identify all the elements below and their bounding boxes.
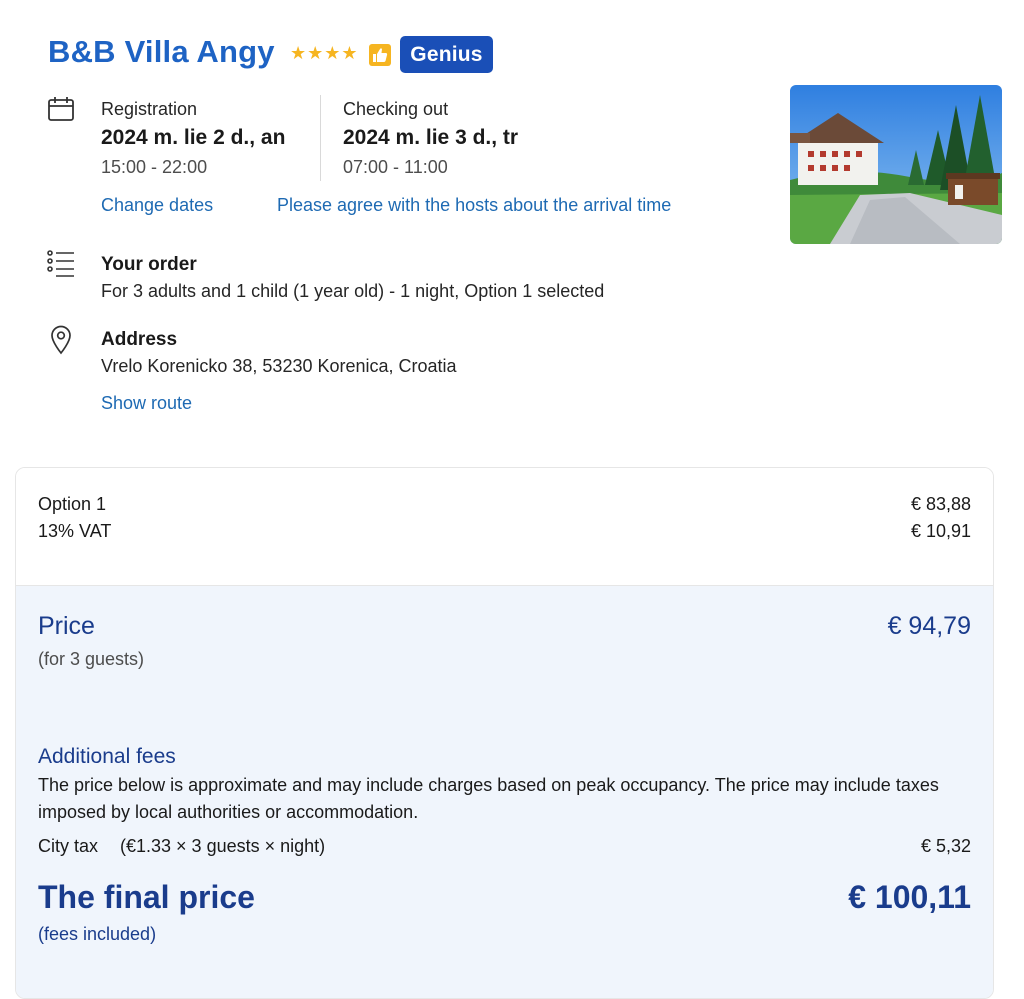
order-detail: For 3 adults and 1 child (1 year old) - … (101, 281, 605, 301)
vat-value: € 10,91 (910, 521, 971, 541)
price-label: Price (38, 612, 95, 640)
hotel-photo[interactable] (790, 85, 1002, 244)
change-dates-link[interactable]: Change dates (101, 195, 213, 216)
arrival-time-link[interactable]: Please agree with the hosts about the ar… (277, 195, 671, 216)
vat-label: 13% VAT (38, 521, 112, 541)
checkout-label: Checking out (343, 99, 449, 119)
price-value: € 94,79 (887, 612, 971, 640)
checkin-date: 2024 m. lie 2 d., an (101, 126, 286, 149)
location-pin-icon (50, 325, 72, 360)
list-icon (46, 249, 76, 284)
hotel-name[interactable]: B&B Villa Angy (48, 34, 275, 70)
show-route-link[interactable]: Show route (101, 393, 192, 414)
star-rating: ★★★★ (290, 43, 359, 63)
additional-fees-title: Additional fees (38, 745, 176, 768)
checkin-label: Registration (101, 99, 198, 119)
calendar-icon (47, 95, 75, 128)
option-value: € 83,88 (910, 494, 971, 514)
date-divider (320, 95, 321, 181)
price-guests-note: (for 3 guests) (38, 649, 145, 669)
checkin-time: 15:00 - 22:00 (101, 157, 208, 177)
additional-fees-text: The price below is approximate and may i… (38, 775, 939, 822)
city-tax-value: € 5,32 (920, 836, 971, 856)
final-price-label: The final price (38, 879, 255, 915)
final-price-note: (fees included) (38, 924, 157, 944)
order-title: Your order (101, 254, 197, 275)
checkout-time: 07:00 - 11:00 (343, 157, 448, 177)
city-tax-detail: (€1.33 × 3 guests × night) (120, 836, 326, 856)
city-tax-label: City tax (38, 836, 99, 856)
price-breakdown: Option 1 € 83,88 13% VAT € 10,91 (16, 468, 993, 586)
address-value: Vrelo Korenicko 38, 53230 Korenica, Croa… (101, 356, 457, 376)
checkout-date: 2024 m. lie 3 d., tr (343, 126, 519, 149)
price-totals: Price € 94,79 (for 3 guests) Additional … (16, 586, 993, 998)
price-summary-card: Option 1 € 83,88 13% VAT € 10,91 Price €… (15, 467, 994, 999)
address-title: Address (101, 329, 178, 350)
thumbs-up-icon (369, 44, 391, 66)
genius-badge: Genius (400, 36, 493, 73)
option-label: Option 1 (38, 494, 107, 514)
final-price-value: € 100,11 (848, 879, 971, 915)
